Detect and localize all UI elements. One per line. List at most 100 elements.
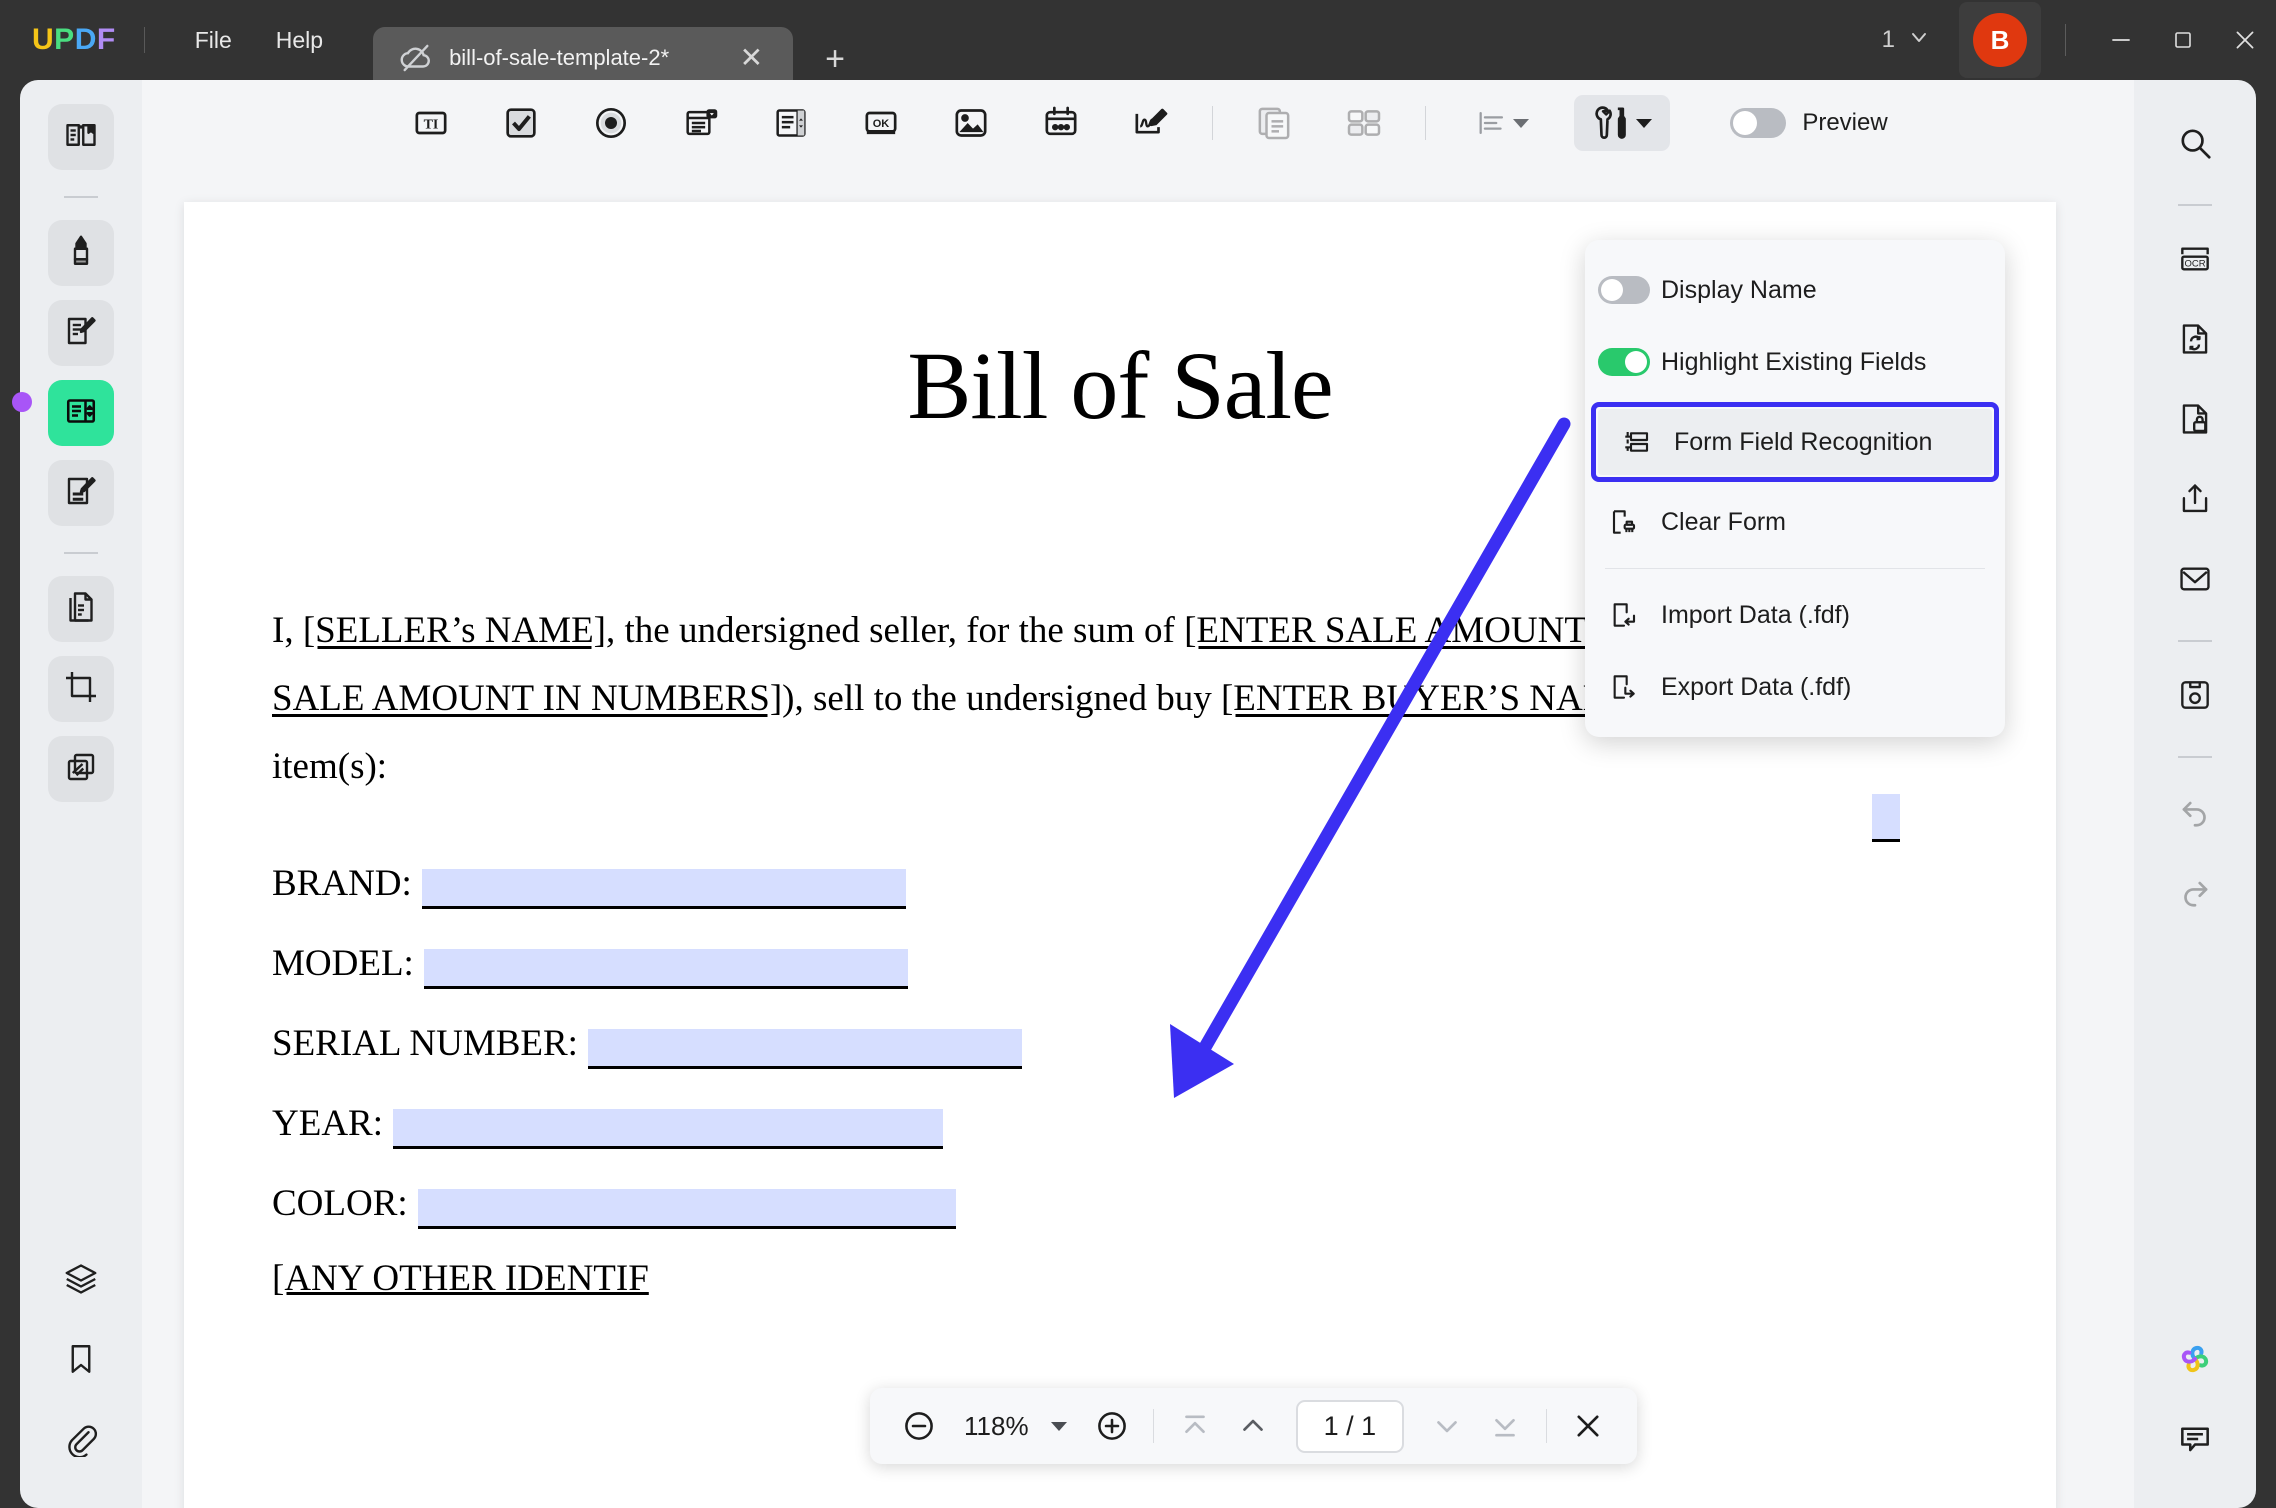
ai-flower-icon bbox=[2175, 1339, 2215, 1384]
right-sidebar: OCR bbox=[2134, 80, 2256, 1508]
paragraph-text-2: , the undersigned seller, for the sum of bbox=[606, 610, 1185, 651]
sidebar-item-batch[interactable] bbox=[48, 736, 114, 802]
menu-form-field-recognition[interactable]: Form Field Recognition bbox=[1598, 409, 1992, 475]
chevron-down-icon bbox=[1513, 118, 1530, 128]
previous-page-button[interactable] bbox=[1226, 1399, 1280, 1453]
right-rail-divider-3 bbox=[2178, 756, 2212, 758]
close-toolbar-button[interactable] bbox=[1561, 1399, 1615, 1453]
last-page-button[interactable] bbox=[1478, 1399, 1532, 1453]
duplicate-fields-button[interactable] bbox=[1241, 95, 1307, 151]
sidebar-item-reader[interactable] bbox=[48, 104, 114, 170]
tool-checkbox[interactable] bbox=[488, 95, 554, 151]
cloud-off-icon bbox=[399, 41, 433, 75]
right-item-ocr[interactable]: OCR bbox=[2162, 228, 2228, 294]
field-color[interactable] bbox=[417, 1189, 956, 1229]
menu-item-label: Clear Form bbox=[1661, 507, 1787, 536]
zoom-level-label[interactable]: 118% bbox=[950, 1411, 1043, 1442]
page-navigation-toolbar: 118% 1 / 1 bbox=[870, 1388, 1638, 1464]
field-obscured-by-menu[interactable] bbox=[1872, 794, 1900, 842]
sidebar-item-attachments[interactable] bbox=[48, 1408, 114, 1474]
tool-date-field[interactable] bbox=[1028, 95, 1094, 151]
export-data-icon bbox=[1607, 670, 1641, 704]
sidebar-item-forms[interactable] bbox=[48, 380, 114, 446]
undo-icon bbox=[2176, 792, 2214, 835]
menu-highlight-existing-fields[interactable]: Highlight Existing Fields bbox=[1585, 326, 2005, 398]
search-icon bbox=[2176, 124, 2214, 167]
first-page-button[interactable] bbox=[1168, 1399, 1222, 1453]
right-item-email[interactable] bbox=[2162, 548, 2228, 614]
panel-collapse-handle[interactable] bbox=[12, 392, 32, 412]
sidebar-item-sign[interactable] bbox=[48, 460, 114, 526]
edit-document-icon bbox=[63, 313, 99, 354]
right-item-save[interactable] bbox=[2162, 664, 2228, 730]
field-label-model: MODEL: bbox=[272, 943, 414, 984]
window-count-selector[interactable]: 1 bbox=[1872, 19, 1941, 62]
toggle-off-icon bbox=[1598, 273, 1650, 307]
field-model[interactable] bbox=[423, 949, 908, 989]
tool-push-button[interactable]: OK bbox=[848, 95, 914, 151]
tool-combo-box[interactable] bbox=[668, 95, 734, 151]
zoom-in-button[interactable] bbox=[1085, 1399, 1139, 1453]
highlight-box: Form Field Recognition bbox=[1591, 402, 1999, 482]
sidebar-item-bookmarks[interactable] bbox=[48, 1328, 114, 1394]
sidebar-item-layers[interactable] bbox=[48, 1248, 114, 1314]
menu-item-label: Display Name bbox=[1661, 275, 1817, 304]
sidebar-item-edit-pdf[interactable] bbox=[48, 300, 114, 366]
menu-clear-form[interactable]: Clear Form bbox=[1585, 486, 2005, 558]
right-item-protect[interactable] bbox=[2162, 388, 2228, 454]
tab-close-icon[interactable]: ✕ bbox=[730, 40, 773, 76]
preview-label: Preview bbox=[1802, 109, 1888, 136]
zoom-out-button[interactable] bbox=[892, 1399, 946, 1453]
account-button[interactable]: B bbox=[1959, 2, 2041, 78]
menu-item-label: Import Data (.fdf) bbox=[1661, 600, 1850, 629]
form-settings-button[interactable] bbox=[1574, 95, 1671, 151]
tool-signature-field[interactable] bbox=[1118, 95, 1184, 151]
tool-text-field[interactable]: TI bbox=[398, 95, 464, 151]
comment-bubble-icon bbox=[2176, 1420, 2214, 1463]
right-item-ai-assistant[interactable] bbox=[2162, 1328, 2228, 1394]
field-label-year: YEAR: bbox=[272, 1103, 383, 1144]
zoom-dropdown-icon[interactable] bbox=[1050, 1421, 1067, 1431]
tool-list-box[interactable] bbox=[758, 95, 824, 151]
menu-import-data[interactable]: Import Data (.fdf) bbox=[1585, 579, 2005, 651]
field-serial-number[interactable] bbox=[587, 1029, 1022, 1069]
menu-file[interactable]: File bbox=[173, 18, 254, 63]
preview-toggle-group[interactable]: Preview bbox=[1730, 108, 1888, 138]
logo-letter-d: D bbox=[74, 23, 97, 56]
new-tab-button[interactable]: + bbox=[811, 38, 859, 80]
menu-export-data[interactable]: Export Data (.fdf) bbox=[1585, 651, 2005, 723]
menu-item-label: Export Data (.fdf) bbox=[1661, 672, 1852, 701]
maximize-button[interactable] bbox=[2152, 0, 2214, 80]
tool-radio-button[interactable] bbox=[578, 95, 644, 151]
field-label-color: COLOR: bbox=[272, 1183, 408, 1224]
right-item-convert[interactable] bbox=[2162, 308, 2228, 374]
menu-display-name[interactable]: Display Name bbox=[1585, 254, 2005, 326]
minimize-button[interactable] bbox=[2090, 0, 2152, 80]
tool-image-field[interactable] bbox=[938, 95, 1004, 151]
menu-help[interactable]: Help bbox=[254, 18, 345, 63]
sidebar-item-crop[interactable] bbox=[48, 656, 114, 722]
right-item-redo[interactable] bbox=[2162, 860, 2228, 926]
dropdown-divider bbox=[1605, 568, 1985, 569]
right-item-comments-panel[interactable] bbox=[2162, 1408, 2228, 1474]
svg-text:OK: OK bbox=[873, 118, 890, 130]
document-lock-icon bbox=[2176, 400, 2214, 443]
sidebar-item-organize-pages[interactable] bbox=[48, 576, 114, 642]
field-label-serial-number: SERIAL NUMBER: bbox=[272, 1023, 578, 1064]
tab-order-button[interactable] bbox=[1331, 95, 1397, 151]
page-indicator[interactable]: 1 / 1 bbox=[1295, 1399, 1405, 1453]
clear-form-icon bbox=[1607, 505, 1641, 539]
preview-toggle[interactable] bbox=[1730, 108, 1787, 138]
close-window-button[interactable] bbox=[2214, 0, 2276, 80]
right-item-share[interactable] bbox=[2162, 468, 2228, 534]
right-item-undo[interactable] bbox=[2162, 780, 2228, 846]
field-brand[interactable] bbox=[421, 869, 906, 909]
rail-divider-1 bbox=[64, 196, 98, 198]
field-year[interactable] bbox=[393, 1109, 943, 1149]
toolbar-divider-1 bbox=[1212, 106, 1214, 140]
align-fields-button[interactable] bbox=[1454, 95, 1550, 151]
sidebar-item-comment[interactable] bbox=[48, 220, 114, 286]
right-item-search[interactable] bbox=[2162, 112, 2228, 178]
paragraph-text-1: I, bbox=[272, 610, 303, 651]
next-page-button[interactable] bbox=[1420, 1399, 1474, 1453]
